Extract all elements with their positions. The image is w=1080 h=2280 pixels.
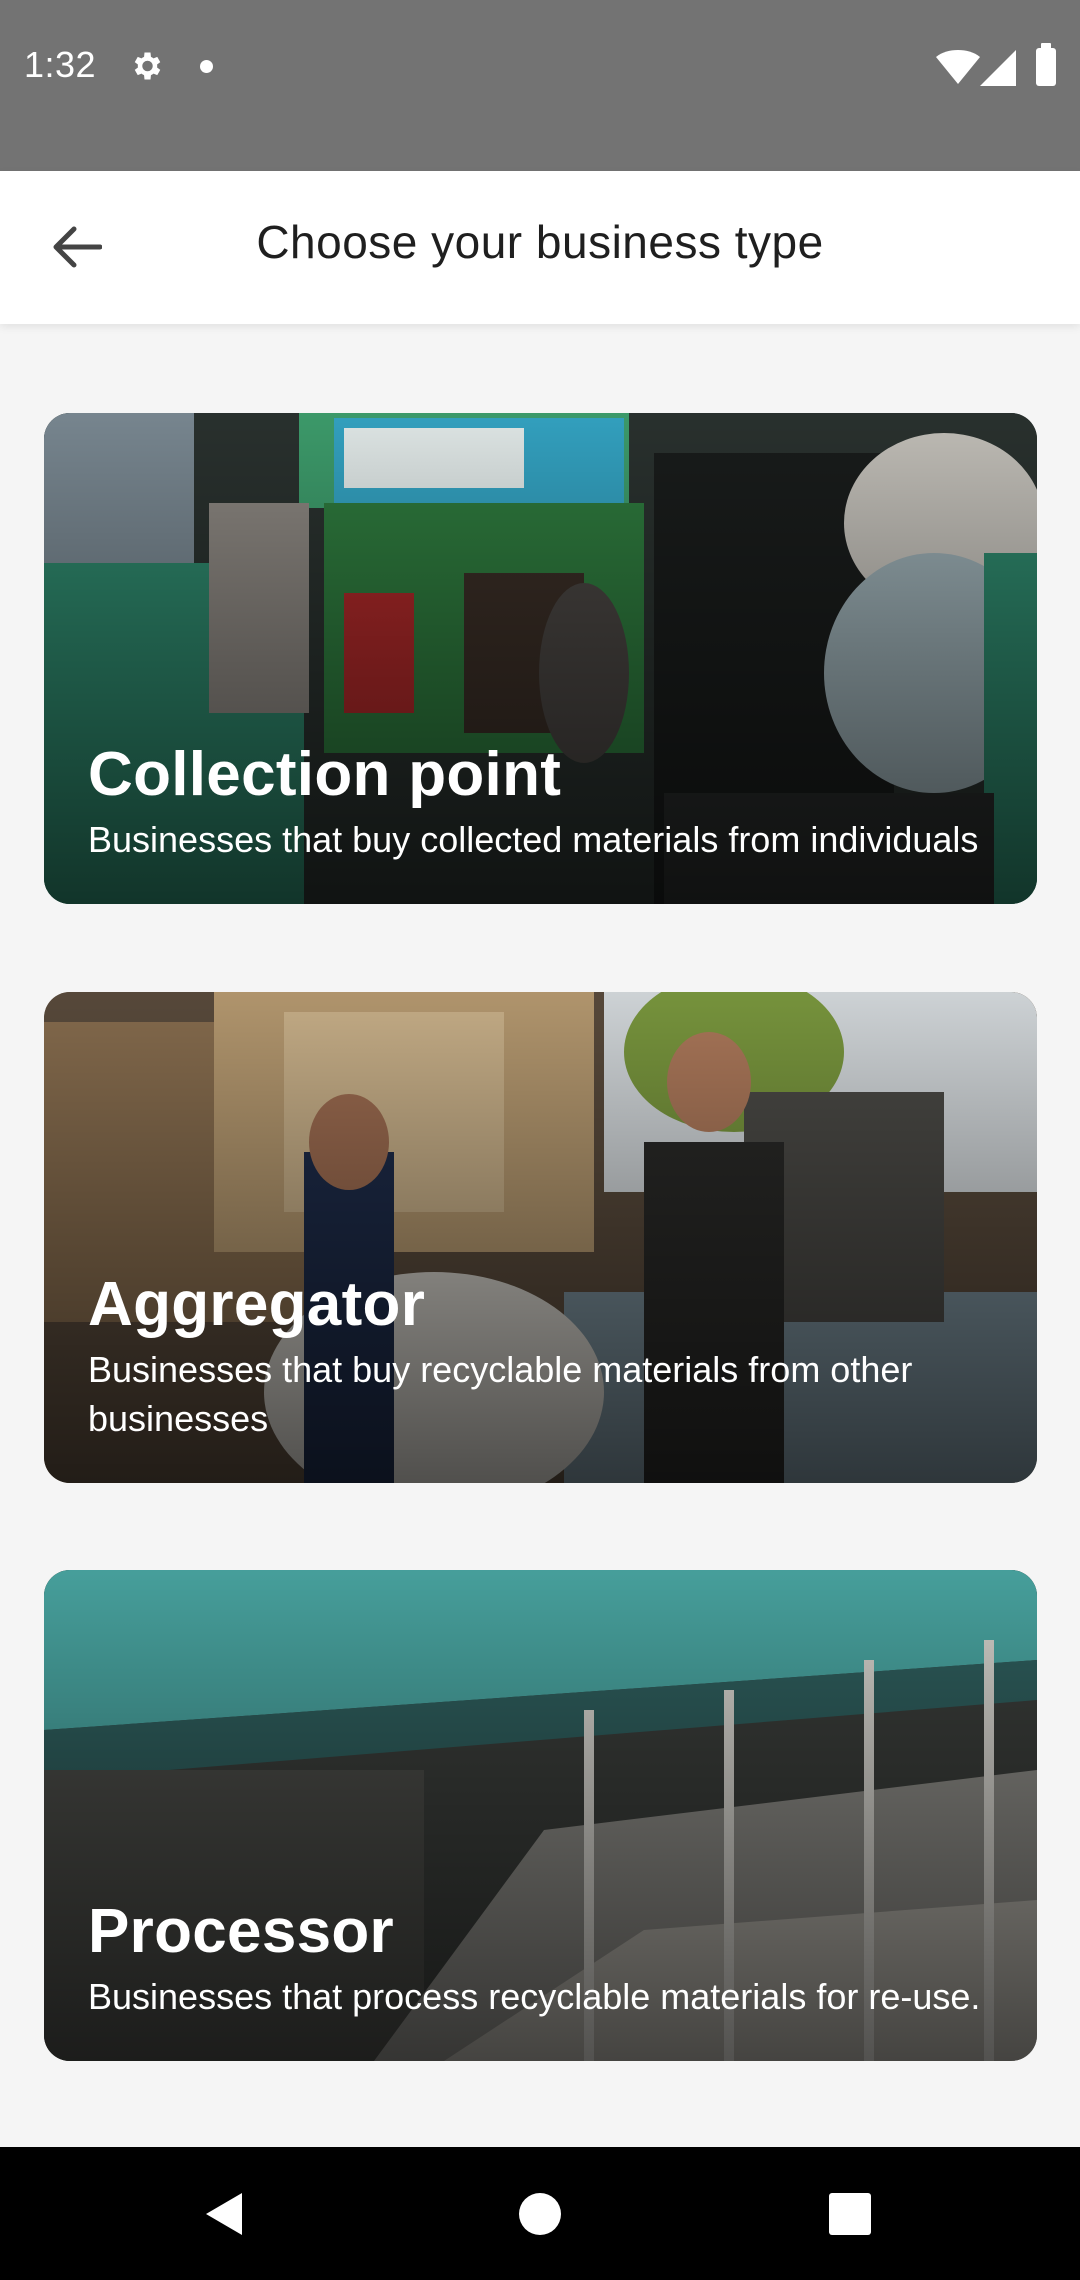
nav-recents-icon[interactable] — [829, 2193, 871, 2235]
business-type-card-aggregator[interactable]: Aggregator Businesses that buy recyclabl… — [44, 992, 1037, 1483]
battery-icon — [1036, 43, 1056, 86]
signal-icon — [980, 50, 1016, 86]
navigation-bar — [0, 2147, 1080, 2280]
card-title: Collection point — [88, 740, 562, 809]
page-title: Choose your business type — [256, 216, 824, 268]
card-title: Aggregator — [88, 1270, 426, 1339]
business-type-card-collection-point[interactable]: Collection point Businesses that buy col… — [44, 413, 1037, 904]
business-type-card-processor[interactable]: Processor Businesses that process recycl… — [44, 1570, 1037, 2061]
gear-icon — [134, 52, 161, 80]
card-title: Processor — [88, 1897, 394, 1966]
status-bar: 1:32 — [0, 0, 1080, 171]
nav-back-icon[interactable] — [202, 2191, 248, 2237]
card-description: Businesses that process recyclable mater… — [88, 1976, 981, 2017]
status-time: 1:32 — [24, 44, 97, 85]
nav-home-icon[interactable] — [519, 2193, 561, 2235]
wifi-icon — [936, 50, 980, 84]
card-description: Businesses that buy collected materials … — [88, 819, 979, 860]
app-bar: Choose your business type — [0, 171, 1080, 324]
notification-dot-icon — [200, 60, 213, 73]
card-description: Businesses that buy recyclable materials… — [88, 1349, 913, 1439]
